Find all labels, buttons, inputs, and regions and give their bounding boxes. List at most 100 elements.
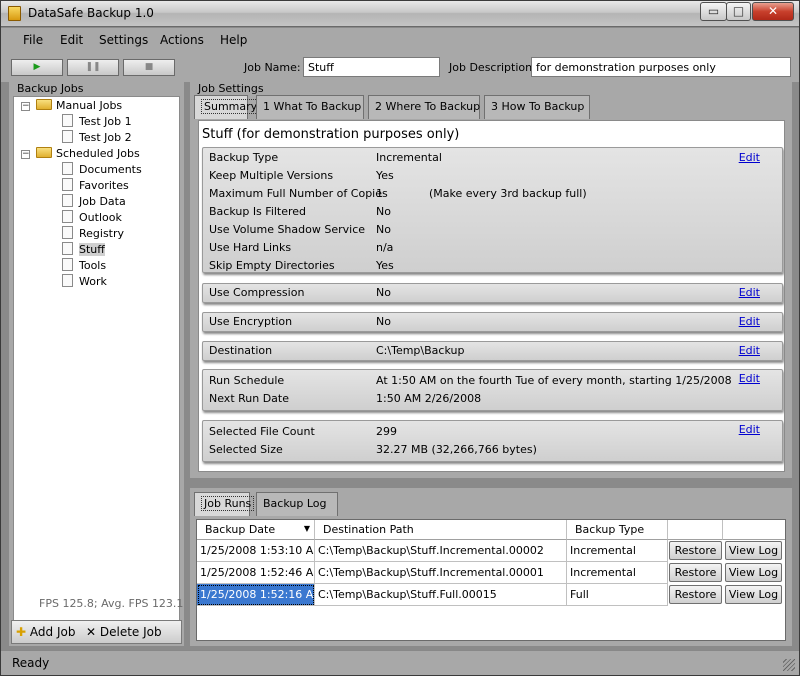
edit-encryption-link[interactable]: Edit bbox=[739, 315, 760, 328]
run-2-type[interactable]: Incremental bbox=[567, 562, 668, 584]
tab-summary[interactable]: Summary bbox=[194, 95, 261, 119]
menu-edit[interactable]: Edit bbox=[60, 33, 83, 47]
skip-empty-label: Skip Empty Directories bbox=[209, 259, 335, 272]
close-icon: ✕ bbox=[767, 4, 779, 18]
backup-jobs-panel: Backup Jobs − Manual Jobs Test Job 1 Tes… bbox=[9, 82, 184, 646]
run-3-view-log-button[interactable]: View Log bbox=[725, 585, 782, 604]
run-2-path[interactable]: C:\Temp\Backup\Stuff.Incremental.00001 bbox=[315, 562, 567, 584]
tree-node-registry[interactable]: Registry bbox=[62, 226, 124, 242]
close-button[interactable]: ✕ bbox=[752, 2, 794, 21]
tree-node-favorites[interactable]: Favorites bbox=[62, 178, 129, 194]
backup-type-label: Backup Type bbox=[209, 151, 279, 164]
delete-job-button[interactable]: ✕ Delete Job bbox=[86, 625, 162, 639]
column-backup-type[interactable]: Backup Type bbox=[567, 520, 668, 540]
stop-button[interactable]: ■ bbox=[123, 59, 175, 76]
next-run-value: 1:50 AM 2/26/2008 bbox=[376, 392, 482, 405]
tree-node-test-job-1[interactable]: Test Job 1 bbox=[62, 114, 132, 130]
max-copies-label: Maximum Full Number of Copies bbox=[209, 187, 388, 200]
job-button-bar: ✚ Add Job ✕ Delete Job bbox=[11, 620, 182, 644]
run-2-view-log-button[interactable]: View Log bbox=[725, 563, 782, 582]
edit-destination-link[interactable]: Edit bbox=[739, 344, 760, 357]
add-job-button[interactable]: ✚ Add Job bbox=[16, 625, 75, 639]
run-3-path[interactable]: C:\Temp\Backup\Stuff.Full.00015 bbox=[315, 584, 567, 606]
job-icon bbox=[62, 274, 73, 287]
run-1-view-log-button[interactable]: View Log bbox=[725, 541, 782, 560]
summary-title: Stuff (for demonstration purposes only) bbox=[202, 127, 460, 142]
tab-what-to-backup[interactable]: 1 What To Backup bbox=[256, 95, 364, 119]
tab-where-to-backup[interactable]: 2 Where To Backup bbox=[368, 95, 480, 119]
tree-node-manual-jobs[interactable]: Manual Jobs bbox=[36, 98, 122, 114]
filtered-label: Backup Is Filtered bbox=[209, 205, 307, 218]
encryption-label: Use Encryption bbox=[209, 315, 293, 328]
selected-size-value: 32.27 MB (32,266,766 bytes) bbox=[376, 443, 537, 456]
job-name-label: Job Name: bbox=[244, 61, 301, 74]
tree-node-scheduled-jobs[interactable]: Scheduled Jobs bbox=[36, 146, 140, 162]
sort-descending-icon: ▼ bbox=[303, 524, 310, 533]
tab-backup-log[interactable]: Backup Log bbox=[256, 492, 338, 516]
menu-actions[interactable]: Actions bbox=[160, 33, 204, 47]
tree-node-stuff[interactable]: Stuff bbox=[62, 242, 105, 258]
play-button[interactable]: ▶ bbox=[11, 59, 63, 76]
job-settings-panel: Job Settings Summary 1 What To Backup 2 … bbox=[190, 82, 792, 478]
schedule-box: Run Schedule At 1:50 AM on the fourth Tu… bbox=[202, 369, 783, 411]
run-1-date[interactable]: 1/25/2008 1:53:10 AM bbox=[197, 540, 315, 562]
job-icon bbox=[62, 178, 73, 191]
tree-node-work[interactable]: Work bbox=[62, 274, 107, 290]
job-icon bbox=[62, 258, 73, 271]
fps-readout: FPS 125.8; Avg. FPS 123.1 bbox=[39, 597, 184, 610]
minimize-button[interactable]: ▭ bbox=[700, 2, 727, 21]
file-count-label: Selected File Count bbox=[209, 425, 315, 438]
run-3-restore-button[interactable]: Restore bbox=[669, 585, 722, 604]
edit-backup-settings-link[interactable]: Edit bbox=[739, 151, 760, 164]
collapse-scheduled-icon[interactable]: − bbox=[21, 150, 30, 159]
run-2-date[interactable]: 1/25/2008 1:52:46 AM bbox=[197, 562, 315, 584]
menu-file[interactable]: File bbox=[23, 33, 43, 47]
menu-bar: File Edit Settings Actions Help bbox=[1, 28, 799, 53]
destination-box: Destination C:\Temp\Backup Edit bbox=[202, 341, 783, 361]
run-1-path[interactable]: C:\Temp\Backup\Stuff.Incremental.00002 bbox=[315, 540, 567, 562]
next-run-label: Next Run Date bbox=[209, 392, 290, 405]
resize-grip-icon[interactable] bbox=[783, 659, 795, 671]
job-runs-panel: Job Runs Backup Log Backup Date ▼ Destina… bbox=[190, 488, 792, 646]
edit-compression-link[interactable]: Edit bbox=[739, 286, 760, 299]
menu-help[interactable]: Help bbox=[220, 33, 247, 47]
tree-node-tools[interactable]: Tools bbox=[62, 258, 106, 274]
column-destination-path[interactable]: Destination Path bbox=[315, 520, 567, 540]
tree-node-test-job-2[interactable]: Test Job 2 bbox=[62, 130, 132, 146]
menu-settings[interactable]: Settings bbox=[99, 33, 148, 47]
shadow-service-value: No bbox=[376, 223, 391, 236]
job-icon bbox=[62, 162, 73, 175]
tree-node-job-data[interactable]: Job Data bbox=[62, 194, 126, 210]
job-icon bbox=[62, 194, 73, 207]
keep-versions-value: Yes bbox=[376, 169, 394, 182]
job-tree: − Manual Jobs Test Job 1 Test Job 2 − Sc… bbox=[13, 96, 180, 621]
maximize-button[interactable]: □ bbox=[726, 2, 751, 21]
run-1-restore-button[interactable]: Restore bbox=[669, 541, 722, 560]
edit-schedule-link[interactable]: Edit bbox=[739, 372, 760, 385]
compression-label: Use Compression bbox=[209, 286, 305, 299]
collapse-manual-icon[interactable]: − bbox=[21, 102, 30, 111]
tree-node-outlook[interactable]: Outlook bbox=[62, 210, 122, 226]
column-backup-date[interactable]: Backup Date ▼ bbox=[197, 520, 315, 540]
pause-button[interactable]: ❚❚ bbox=[67, 59, 119, 76]
encryption-value: No bbox=[376, 315, 391, 328]
backup-settings-box: Edit Backup Type Incremental Keep Multip… bbox=[202, 147, 783, 273]
job-description-input[interactable]: for demonstration purposes only bbox=[531, 57, 791, 77]
hard-links-label: Use Hard Links bbox=[209, 241, 292, 254]
tree-node-documents[interactable]: Documents bbox=[62, 162, 142, 178]
tab-how-to-backup[interactable]: 3 How To Backup bbox=[484, 95, 590, 119]
backup-jobs-caption: Backup Jobs bbox=[15, 82, 86, 95]
run-3-type[interactable]: Full bbox=[567, 584, 668, 606]
job-name-input[interactable]: Stuff bbox=[303, 57, 440, 77]
minimize-icon: ▭ bbox=[707, 4, 720, 18]
edit-selection-link[interactable]: Edit bbox=[739, 423, 760, 436]
add-job-icon: ✚ bbox=[16, 625, 27, 639]
job-icon bbox=[62, 242, 73, 255]
run-3-date[interactable]: 1/25/2008 1:52:16 AM bbox=[197, 584, 315, 606]
title-bar[interactable]: DataSafe Backup 1.0 ▭ □ ✕ bbox=[1, 1, 799, 27]
tab-job-runs[interactable]: Job Runs bbox=[194, 492, 255, 516]
job-description-label: Job Description: bbox=[449, 61, 536, 74]
run-schedule-value: At 1:50 AM on the fourth Tue of every mo… bbox=[376, 374, 732, 387]
run-1-type[interactable]: Incremental bbox=[567, 540, 668, 562]
run-2-restore-button[interactable]: Restore bbox=[669, 563, 722, 582]
